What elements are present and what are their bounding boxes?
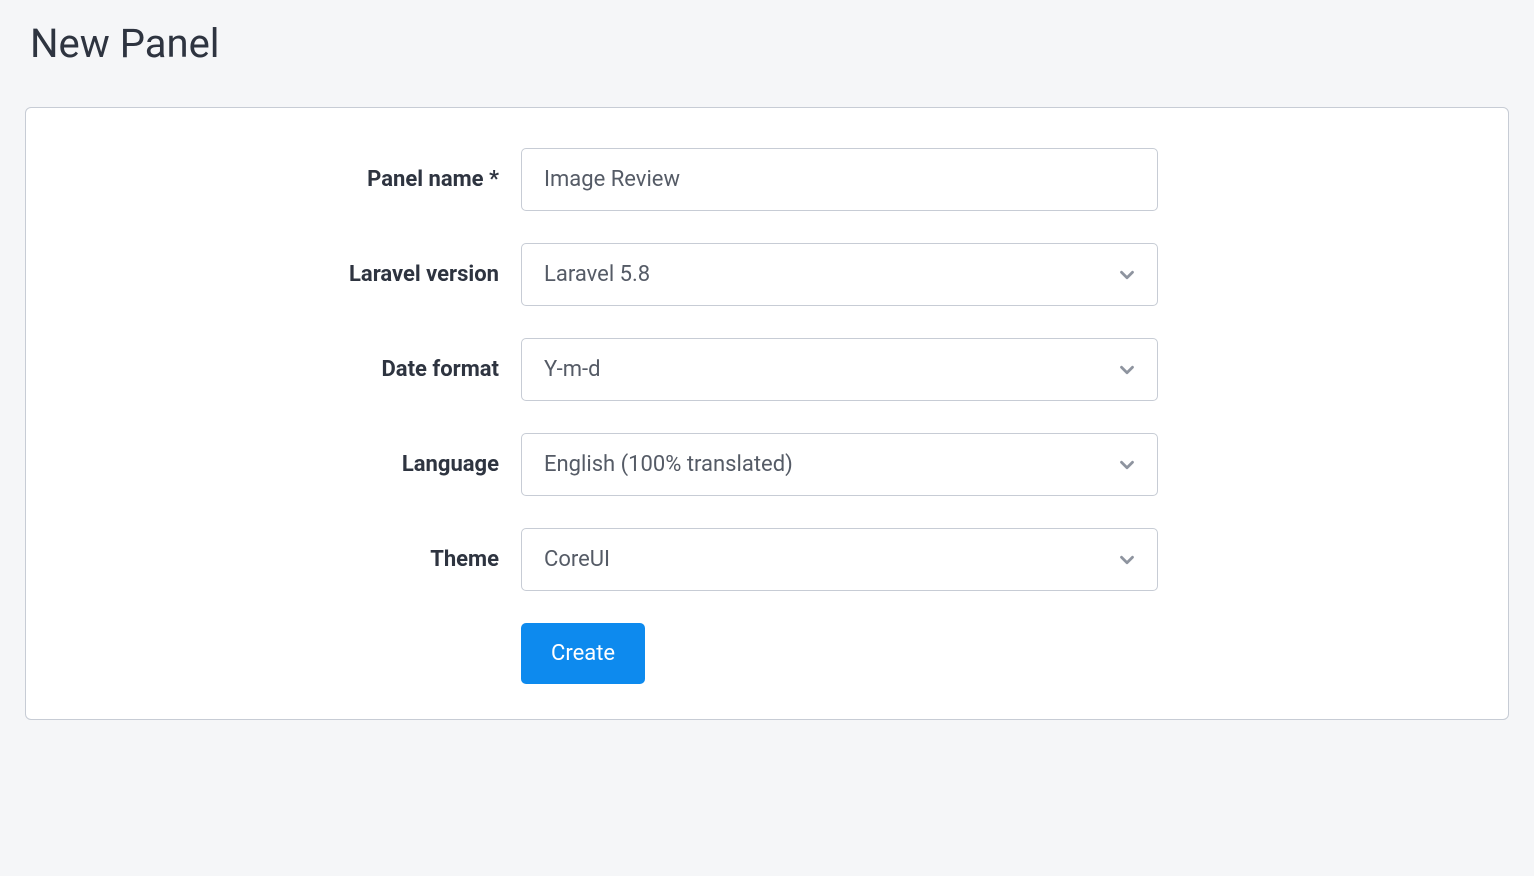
date-format-label: Date format <box>61 357 521 382</box>
panel-name-input[interactable] <box>521 148 1158 211</box>
panel-name-label: Panel name * <box>61 167 521 192</box>
theme-label: Theme <box>61 547 521 572</box>
date-format-select[interactable]: Y-m-d <box>521 338 1158 401</box>
submit-row: . Create <box>61 623 1473 684</box>
laravel-version-label: Laravel version <box>61 262 521 287</box>
page-title: New Panel <box>30 20 1509 67</box>
theme-select[interactable]: CoreUI <box>521 528 1158 591</box>
language-row: Language English (100% translated) <box>61 433 1473 496</box>
form-card: Panel name * Laravel version Laravel 5.8… <box>25 107 1509 720</box>
language-select[interactable]: English (100% translated) <box>521 433 1158 496</box>
date-format-row: Date format Y-m-d <box>61 338 1473 401</box>
language-label: Language <box>61 452 521 477</box>
laravel-version-row: Laravel version Laravel 5.8 <box>61 243 1473 306</box>
create-button[interactable]: Create <box>521 623 645 684</box>
laravel-version-select[interactable]: Laravel 5.8 <box>521 243 1158 306</box>
theme-row: Theme CoreUI <box>61 528 1473 591</box>
panel-name-row: Panel name * <box>61 148 1473 211</box>
